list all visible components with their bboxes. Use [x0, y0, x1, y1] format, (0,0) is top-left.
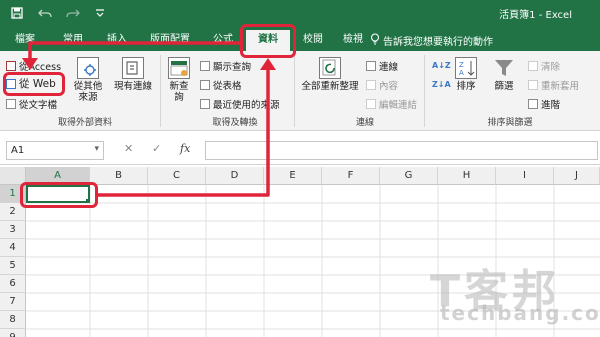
highlight-cell-a1	[20, 182, 98, 208]
from-access-button[interactable]: 從Access	[6, 59, 61, 73]
clear-filter-button[interactable]: 清除	[528, 59, 560, 73]
column-header-e[interactable]: E	[264, 167, 322, 185]
refresh-icon	[319, 57, 341, 79]
customize-icon[interactable]	[92, 5, 108, 21]
advanced-filter-icon	[528, 98, 538, 109]
column-header-c[interactable]: C	[148, 167, 206, 185]
row-header-9[interactable]: 9	[0, 329, 26, 337]
row-header-8[interactable]: 8	[0, 311, 26, 329]
tab-review[interactable]: 校閱	[296, 32, 330, 51]
clear-filter-icon	[528, 60, 538, 71]
svg-text:A: A	[459, 69, 464, 77]
sort-az-icon[interactable]: A↓Z	[432, 59, 451, 72]
reapply-icon	[528, 79, 538, 90]
tell-me-box[interactable]: 告訴我您想要執行的動作	[370, 33, 493, 48]
formula-bar: A1 ▾ ✕ ✓ fx	[0, 131, 600, 165]
properties-icon	[366, 79, 376, 90]
window-title: 活頁簿1 - Excel	[499, 10, 572, 21]
group-label-get-external: 取得外部資料	[57, 118, 112, 128]
row-header-6[interactable]: 6	[0, 275, 26, 293]
column-header-f[interactable]: F	[322, 167, 380, 185]
group-separator	[160, 55, 161, 127]
column-header-j[interactable]: J	[554, 167, 600, 185]
formula-input[interactable]	[205, 141, 598, 160]
undo-icon[interactable]	[34, 5, 56, 21]
recent-sources-icon	[200, 98, 210, 109]
ribbon-tabs: 檔案 常用 插入 版面配置 公式 資料 校閱 檢視 告訴我您想要執行的動作	[0, 27, 600, 51]
cancel-icon[interactable]: ✕	[124, 142, 133, 155]
sort-za-icon[interactable]: Z↓A	[432, 78, 451, 91]
filter-button[interactable]: 篩選	[490, 57, 518, 92]
reapply-button[interactable]: 重新套用	[528, 78, 579, 92]
from-text-button[interactable]: 從文字檔	[6, 97, 57, 111]
show-queries-button[interactable]: 顯示查詢	[200, 59, 251, 73]
text-file-icon	[6, 98, 16, 109]
lightbulb-icon	[370, 33, 380, 48]
row-header-7[interactable]: 7	[0, 293, 26, 311]
show-queries-icon	[200, 60, 210, 71]
row-header-5[interactable]: 5	[0, 257, 26, 275]
sort-button[interactable]: ZA 排序	[452, 57, 480, 92]
tab-view[interactable]: 檢視	[336, 32, 370, 51]
ribbon-data: 從Access 從 Web 從文字檔 從其他 來源 現有連線 取得外部資料 新查…	[0, 51, 600, 131]
tab-file[interactable]: 檔案	[8, 32, 42, 51]
redo-icon[interactable]	[62, 5, 84, 21]
new-query-button[interactable]: 新查 詢	[164, 57, 194, 103]
column-header-i[interactable]: I	[496, 167, 554, 185]
name-box[interactable]: A1 ▾	[6, 141, 104, 160]
group-separator	[424, 55, 425, 127]
edit-links-icon	[366, 98, 376, 109]
from-table-button[interactable]: 從表格	[200, 78, 242, 92]
highlight-data-tab	[240, 24, 296, 58]
table-icon	[200, 79, 210, 90]
recent-sources-button[interactable]: 最近使用的來源	[200, 97, 280, 111]
sort-icon: ZA	[455, 57, 477, 79]
enter-icon[interactable]: ✓	[152, 142, 161, 155]
existing-connections-button[interactable]: 現有連線	[110, 57, 156, 92]
column-header-b[interactable]: B	[90, 167, 148, 185]
tab-formulas[interactable]: 公式	[206, 32, 240, 51]
tab-home[interactable]: 常用	[56, 32, 90, 51]
column-header-h[interactable]: H	[438, 167, 496, 185]
group-separator	[294, 55, 295, 127]
row-header-4[interactable]: 4	[0, 239, 26, 257]
tell-me-text: 告訴我您想要執行的動作	[383, 37, 493, 48]
insert-function-icon[interactable]: fx	[180, 142, 190, 155]
refresh-all-button[interactable]: 全部重新整理	[298, 57, 362, 92]
funnel-icon	[493, 57, 515, 79]
edit-links-button[interactable]: 編輯連結	[366, 97, 417, 111]
group-label-get-transform: 取得及轉換	[212, 118, 258, 128]
group-label-sort-filter: 排序與篩選	[487, 118, 533, 128]
watermark-url: techbang.com	[440, 301, 600, 325]
connections-button[interactable]: 連線	[366, 59, 398, 73]
tab-insert[interactable]: 插入	[100, 32, 134, 51]
other-sources-icon	[77, 57, 99, 79]
save-icon[interactable]	[8, 5, 26, 21]
new-query-icon	[168, 57, 190, 79]
tab-page-layout[interactable]: 版面配置	[142, 32, 198, 51]
advanced-filter-button[interactable]: 進階	[528, 97, 560, 111]
connections-icon	[366, 60, 376, 71]
column-header-g[interactable]: G	[380, 167, 438, 185]
existing-connections-icon	[122, 57, 144, 79]
chevron-down-icon[interactable]: ▾	[94, 144, 99, 154]
properties-button[interactable]: 內容	[366, 78, 398, 92]
row-header-3[interactable]: 3	[0, 221, 26, 239]
title-bar: 活頁簿1 - Excel	[0, 0, 600, 27]
column-header-d[interactable]: D	[206, 167, 264, 185]
svg-text:Z: Z	[459, 61, 464, 69]
group-label-connections: 連線	[355, 118, 374, 128]
access-icon	[6, 60, 16, 71]
from-other-sources-button[interactable]: 從其他 來源	[68, 57, 108, 103]
highlight-from-web	[3, 72, 65, 96]
